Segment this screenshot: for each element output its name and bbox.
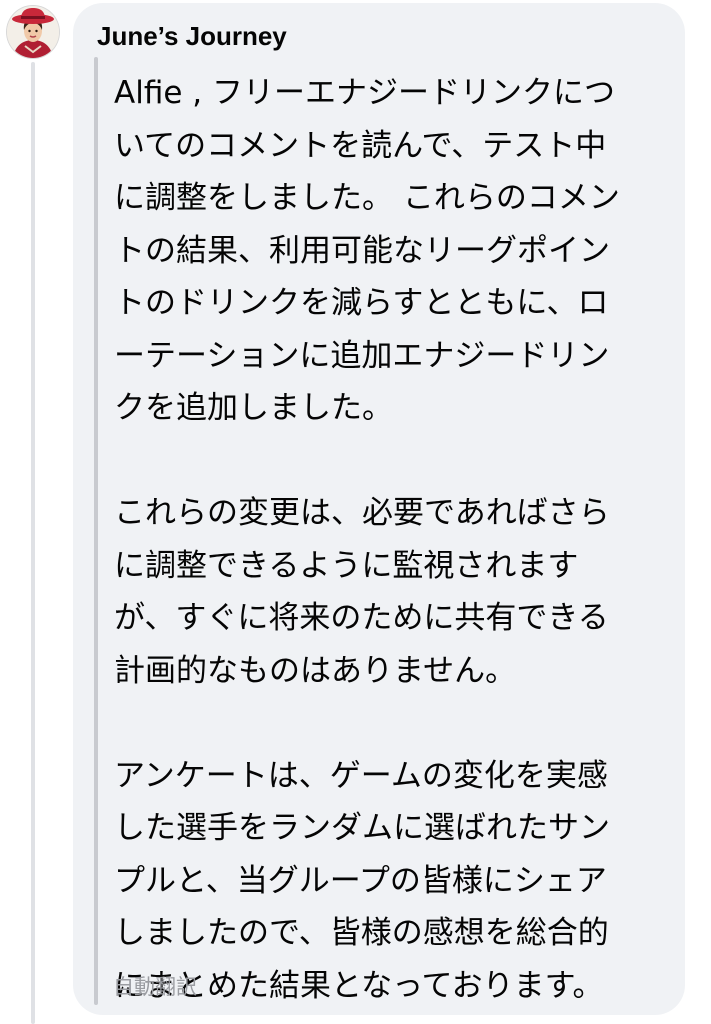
comment-paragraph: Alfie , フリーエナジードリンクにつ いてのコメントを読んで、テスト中 に… bbox=[114, 75, 620, 426]
auto-translation-label[interactable]: 自動翻訳 bbox=[113, 973, 197, 1001]
reply-thread-line bbox=[31, 62, 35, 1024]
avatar-june-red-hat-icon bbox=[7, 6, 59, 58]
translated-text-quote-bar bbox=[94, 57, 98, 1005]
comment-paragraph: これらの変更は、必要であればさら に調整できるように監視されます が、すぐに将来… bbox=[114, 495, 610, 689]
author-avatar[interactable] bbox=[7, 6, 59, 58]
comment-body: Alfie , フリーエナジードリンクにつ いてのコメントを読んで、テスト中 に… bbox=[114, 67, 662, 1012]
comment-author-name[interactable]: June’s Journey bbox=[97, 20, 287, 52]
